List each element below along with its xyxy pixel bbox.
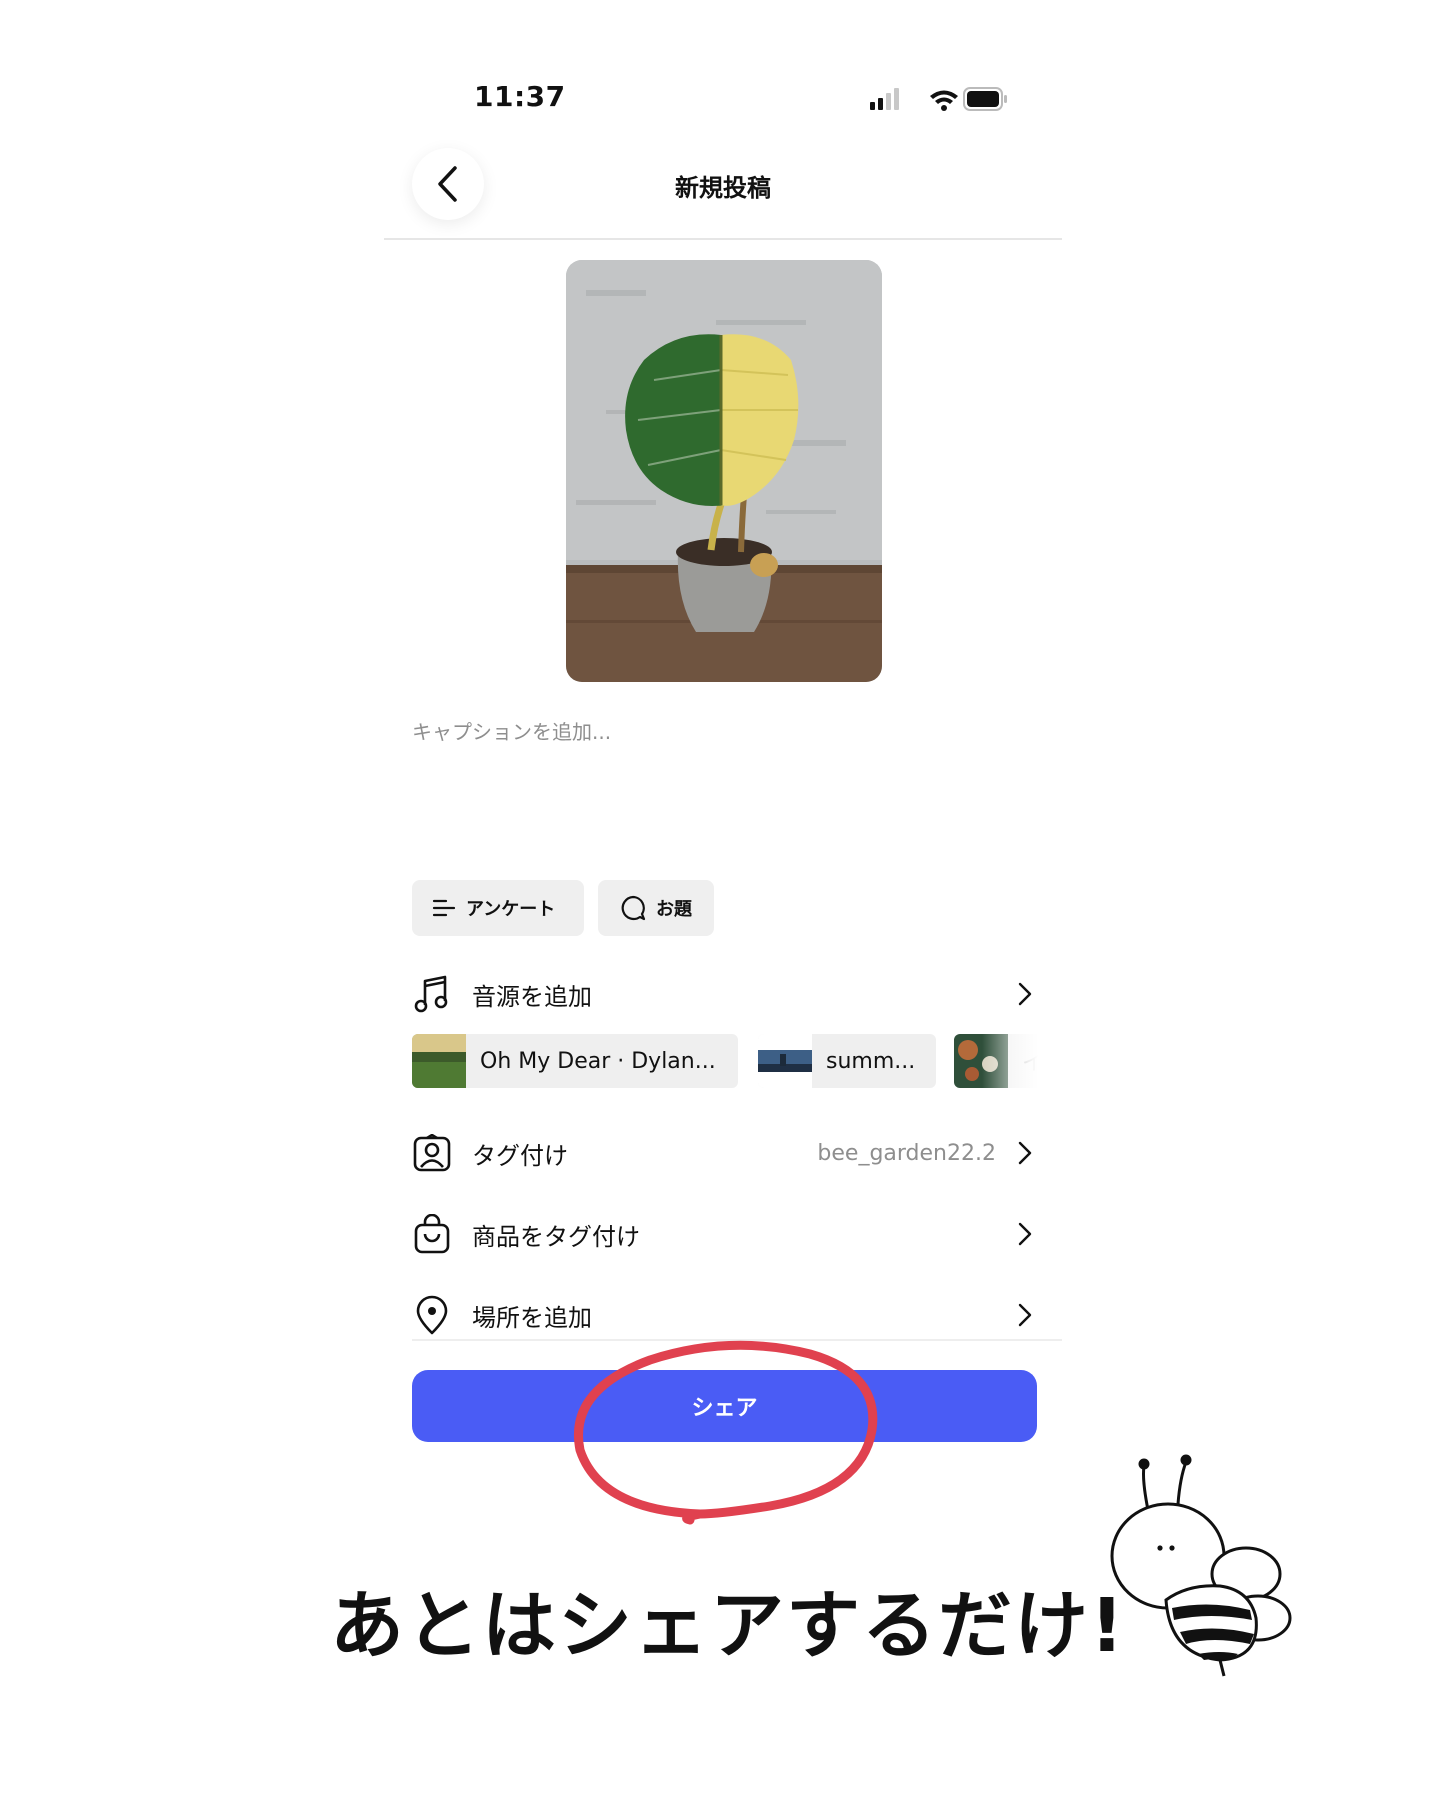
music-title: summ... <box>826 1048 916 1074</box>
nav-bar: 新規投稿 <box>384 140 1062 240</box>
survey-chip[interactable]: アンケート <box>412 880 584 936</box>
caption-input[interactable] <box>412 716 1032 836</box>
person-tag-icon <box>412 1133 452 1173</box>
add-music-label: 音源を追加 <box>472 982 592 1011</box>
status-icons <box>870 87 1007 111</box>
wifi-icon <box>930 90 958 111</box>
survey-chip-label: アンケート <box>466 899 556 920</box>
tag-products-row[interactable]: 商品をタグ付け <box>412 1204 1032 1264</box>
music-thumbnail <box>412 1034 466 1088</box>
status-time: 11:37 <box>474 80 566 113</box>
add-music-row[interactable]: 音源を追加 <box>412 964 1032 1024</box>
add-location-label: 場所を追加 <box>472 1303 592 1332</box>
tag-people-row[interactable]: タグ付け bee_garden22.2 <box>412 1123 1032 1183</box>
music-thumbnail <box>758 1034 812 1088</box>
music-note-icon <box>412 974 452 1014</box>
chevron-right-icon <box>1012 1300 1032 1330</box>
topic-chip[interactable]: お題 <box>598 880 714 936</box>
page-title: 新規投稿 <box>675 174 771 202</box>
list-icon <box>432 899 456 917</box>
speech-bubble-icon <box>621 895 646 921</box>
tag-products-label: 商品をタグ付け <box>472 1222 640 1251</box>
tag-people-label: タグ付け <box>472 1141 568 1170</box>
tagged-username: bee_garden22.2 <box>817 1140 996 1166</box>
music-title: Oh My Dear · Dylan... <box>480 1048 716 1074</box>
overlay-caption: あとはシェアするだけ! <box>330 1583 1126 1669</box>
music-suggestions: Oh My Dear · Dylan... summ... イ <box>412 1034 1062 1090</box>
chevron-right-icon <box>1012 979 1032 1009</box>
bee-illustration <box>1110 1454 1292 1677</box>
shopping-bag-icon <box>412 1214 452 1254</box>
topic-chip-label: お題 <box>656 899 692 920</box>
scroll-fade <box>982 1034 1062 1090</box>
music-suggestion[interactable]: summ... <box>758 1034 936 1088</box>
chevron-right-icon <box>1012 1138 1032 1168</box>
music-suggestion[interactable]: Oh My Dear · Dylan... <box>412 1034 738 1088</box>
post-photo[interactable] <box>566 260 882 682</box>
signal-icon <box>870 88 899 110</box>
annotation-circle <box>574 1340 878 1525</box>
location-pin-icon <box>412 1295 452 1335</box>
battery-icon <box>963 87 1007 111</box>
chevron-right-icon <box>1012 1219 1032 1249</box>
